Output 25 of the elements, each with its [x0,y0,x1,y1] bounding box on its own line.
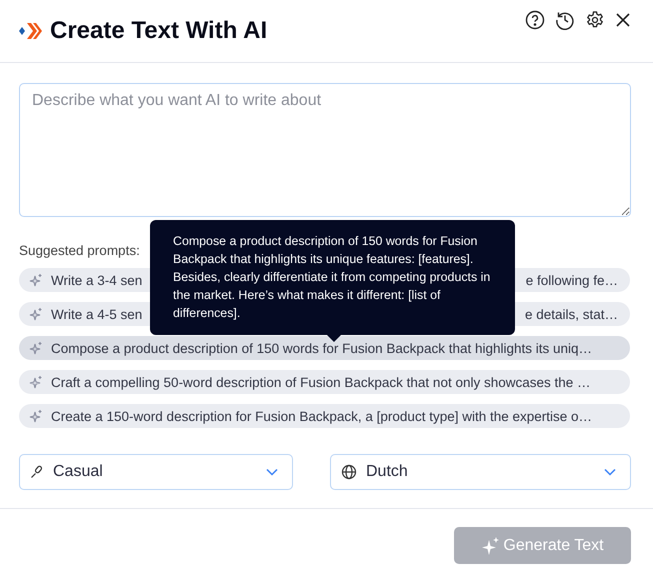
suggested-prompts-label: Suggested prompts: [19,243,141,258]
suggested-prompt[interactable]: Create a 150-word description for Fusion Backpack, a [product type] with the expertise o… [19,404,630,428]
tooltip-pointer [327,335,341,342]
sparkle-icon [29,375,43,389]
language-select[interactable]: Dutch [330,454,631,490]
chevron-down-icon [604,468,616,476]
chevron-down-icon [266,468,278,476]
settings-icon[interactable] [585,10,605,30]
sparkle-icon [29,341,43,355]
globe-icon [341,464,357,480]
dialog-title: Create Text With AI [50,17,268,45]
help-icon[interactable] [525,10,545,30]
sparkle-icon [481,536,502,556]
logo-icon [18,20,44,42]
suggested-prompt[interactable]: Compose a product description of 150 words for Fusion Backpack that highlights its uniq… [19,336,630,360]
tone-select[interactable]: Casual [19,454,293,490]
sparkle-icon [29,307,43,321]
suggested-prompt[interactable]: Craft a compelling 50-word description of Fusion Backpack that not only showcases the … [19,370,630,394]
sparkle-icon [29,273,43,287]
prompt-field[interactable]: Describe what you want AI to write about [19,83,631,217]
tooltip: Compose a product description of 150 words for Fusion Backpack that highlights its unique features: [features]. Besides, clearly differentiate it from competing products in the market. Here’s what makes it different: [list of differences]. [150,220,515,335]
history-icon[interactable] [555,10,575,30]
close-icon[interactable] [615,12,631,28]
sparkle-icon [29,409,43,423]
microphone-icon [30,465,44,479]
